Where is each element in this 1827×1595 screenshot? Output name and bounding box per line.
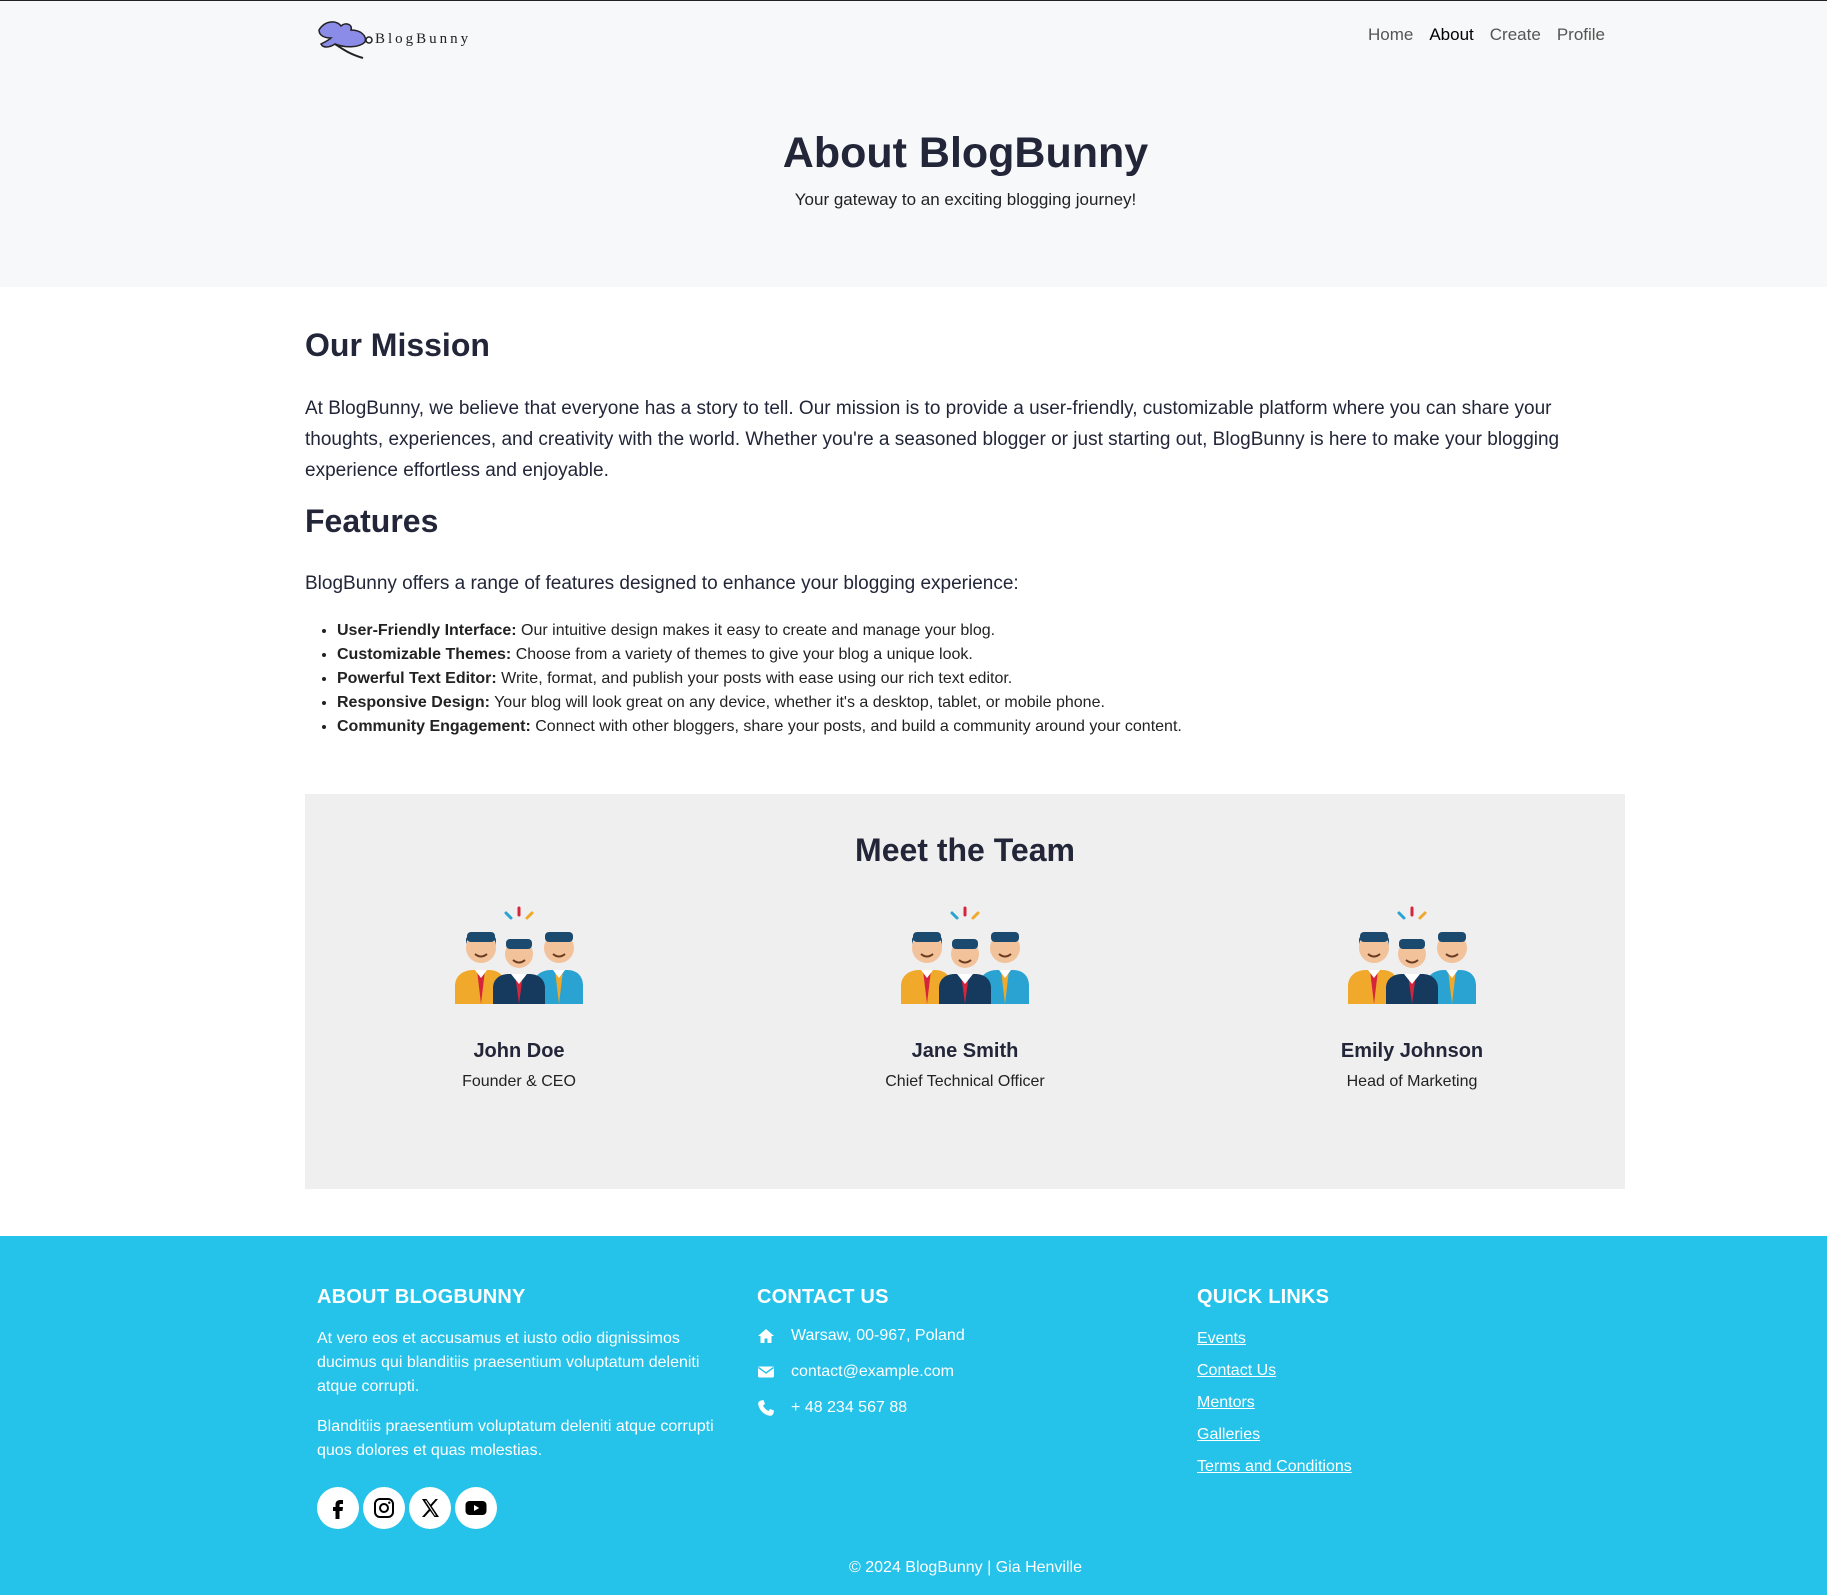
features-heading: Features [305, 503, 439, 539]
feature-name: Customizable Themes: [337, 646, 512, 663]
mission-heading: Our Mission [305, 327, 490, 363]
member-role: Head of Marketing [1346, 1073, 1478, 1090]
link-contact-us[interactable]: Contact Us [1197, 1361, 1352, 1381]
team-member-card: Jane Smith Chief Technical Officer [815, 906, 1115, 1091]
feature-desc: Your blog will look great on any device,… [489, 694, 1105, 711]
nav-home[interactable]: Home [1368, 25, 1413, 45]
main-nav: Home About Create Profile [1368, 25, 1605, 45]
member-role: Founder & CEO [462, 1073, 576, 1090]
bunny-logo-icon [318, 21, 373, 59]
nav-profile[interactable]: Profile [1557, 25, 1605, 45]
link-terms[interactable]: Terms and Conditions [1197, 1457, 1352, 1477]
footer-quick-links: QUICK LINKS Events Contact Us Mentors Ga… [1197, 1286, 1352, 1489]
youtube-link[interactable] [455, 1487, 497, 1529]
feature-desc: Write, format, and publish your posts wi… [496, 670, 1013, 687]
footer-about-text-2: Blanditiis praesentium voluptatum deleni… [317, 1418, 714, 1459]
hero-header: BlogBunny Home About Create Profile Abou… [0, 1, 1827, 287]
page-title: About BlogBunny [782, 129, 1149, 177]
team-group-icon [1348, 906, 1476, 1004]
list-item: User-Friendly Interface: Our intuitive d… [337, 619, 1182, 643]
page-subtitle: Your gateway to an exciting blogging jou… [794, 190, 1137, 209]
list-item: Powerful Text Editor: Write, format, and… [337, 667, 1182, 691]
contact-email: contact@example.com [757, 1363, 965, 1381]
member-role: Chief Technical Officer [885, 1073, 1045, 1090]
link-events[interactable]: Events [1197, 1329, 1352, 1349]
footer-contact-heading: CONTACT US [757, 1286, 889, 1308]
footer-links-heading: QUICK LINKS [1197, 1286, 1330, 1308]
quick-links-list: Events Contact Us Mentors Galleries Term… [1197, 1329, 1352, 1477]
feature-desc: Our intuitive design makes it easy to cr… [516, 622, 996, 639]
feature-name: User-Friendly Interface: [337, 622, 517, 639]
phone-text[interactable]: + 48 234 567 88 [791, 1399, 907, 1417]
list-item: Community Engagement: Connect with other… [337, 715, 1182, 739]
envelope-icon [757, 1363, 775, 1381]
nav-about[interactable]: About [1429, 25, 1473, 45]
brand-name: BlogBunny [375, 30, 472, 47]
nav-create[interactable]: Create [1490, 25, 1541, 45]
member-name: Emily Johnson [1340, 1040, 1484, 1062]
feature-name: Powerful Text Editor: [337, 670, 497, 687]
mission-text: At BlogBunny, we believe that everyone h… [305, 398, 1560, 481]
member-name: John Doe [473, 1040, 565, 1062]
email-text[interactable]: contact@example.com [791, 1363, 954, 1381]
link-galleries[interactable]: Galleries [1197, 1425, 1352, 1445]
contact-address: Warsaw, 00-967, Poland [757, 1327, 965, 1345]
team-member-card: John Doe Founder & CEO [369, 906, 669, 1091]
list-item: Responsive Design: Your blog will look g… [337, 691, 1182, 715]
feature-name: Responsive Design: [337, 694, 490, 711]
link-mentors[interactable]: Mentors [1197, 1393, 1352, 1413]
footer-about-heading: ABOUT BLOGBUNNY [317, 1286, 526, 1308]
social-links [317, 1487, 737, 1529]
feature-name: Community Engagement: [337, 718, 531, 735]
feature-desc: Choose from a variety of themes to give … [511, 646, 973, 663]
footer-about: ABOUT BLOGBUNNY At vero eos et accusamus… [317, 1286, 737, 1529]
facebook-link[interactable] [317, 1487, 359, 1529]
home-icon [757, 1327, 775, 1345]
features-intro: BlogBunny offers a range of features des… [305, 573, 1019, 594]
instagram-link[interactable] [363, 1487, 405, 1529]
x-icon [422, 1499, 439, 1517]
x-link[interactable] [409, 1487, 451, 1529]
footer-about-text: At vero eos et accusamus et iusto odio d… [317, 1330, 700, 1395]
member-name: Jane Smith [911, 1040, 1019, 1062]
team-heading: Meet the Team [855, 832, 1075, 868]
facebook-icon [333, 1500, 343, 1519]
team-group-icon [901, 906, 1029, 1004]
instagram-icon [374, 1498, 394, 1518]
youtube-icon [465, 1501, 487, 1515]
team-section: Meet the Team John Doe Founder & CEO Jan… [305, 794, 1625, 1189]
team-member-card: Emily Johnson Head of Marketing [1262, 906, 1562, 1091]
address-text: Warsaw, 00-967, Poland [791, 1327, 965, 1344]
footer-contact: CONTACT US Warsaw, 00-967, Poland contac… [757, 1286, 965, 1417]
site-footer: ABOUT BLOGBUNNY At vero eos et accusamus… [0, 1236, 1827, 1595]
features-list: User-Friendly Interface: Our intuitive d… [337, 619, 1182, 739]
list-item: Customizable Themes: Choose from a varie… [337, 643, 1182, 667]
copyright-text: © 2024 BlogBunny | Gia Henville [849, 1559, 1082, 1576]
contact-phone: + 48 234 567 88 [757, 1399, 965, 1417]
phone-icon [757, 1399, 775, 1417]
team-group-icon [455, 906, 583, 1004]
brand-logo[interactable]: BlogBunny [315, 14, 471, 60]
feature-desc: Connect with other bloggers, share your … [530, 718, 1182, 735]
